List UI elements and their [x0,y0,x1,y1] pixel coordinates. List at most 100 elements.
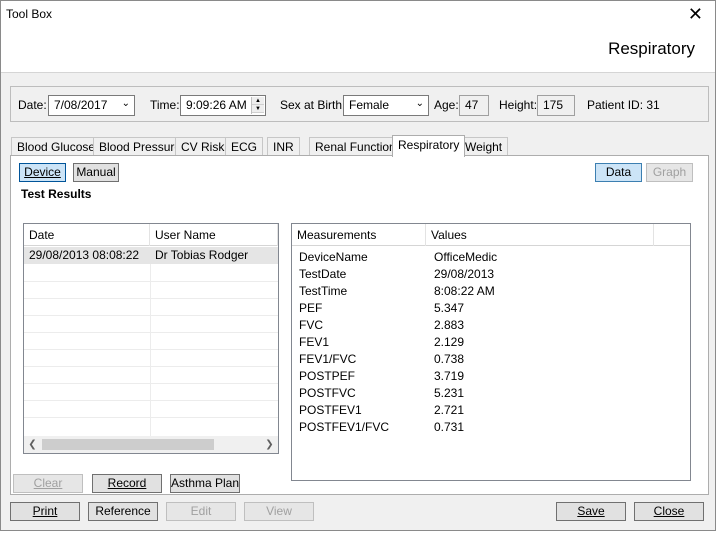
asthma-plan-button[interactable]: Asthma Plan [170,474,240,493]
save-button[interactable]: Save [556,502,626,521]
grid-row-line [24,315,278,316]
test-results-grid[interactable]: Date User Name 29/08/2013 08:08:22 Dr To… [23,223,279,454]
time-value: 9:09:26 AM [186,98,247,112]
scroll-right-icon[interactable]: ❯ [261,436,278,453]
measurement-row[interactable]: DeviceName OfficeMedic [292,249,690,266]
age-label: Age: [434,98,459,112]
col-header-values[interactable]: Values [426,224,654,246]
device-button[interactable]: Device [19,163,66,182]
measurement-name: FVC [299,318,323,332]
measurement-name: TestDate [299,267,347,281]
measurement-row[interactable]: FVC 2.883 [292,317,690,334]
tab-blood-glucose[interactable]: Blood Glucose [11,137,102,156]
edit-button[interactable]: Edit [166,502,236,521]
tool-box-window: Tool Box ✕ Respiratory Date: 7/08/2017 ⌄… [0,0,716,531]
measurement-name: POSTPEF [299,369,356,383]
col-header-date[interactable]: Date [24,224,150,246]
title-bar: Tool Box ✕ [1,1,715,27]
results-horizontal-scrollbar[interactable]: ❮ ❯ [24,436,278,453]
col-header-user-name[interactable]: User Name [150,224,278,246]
manual-button[interactable]: Manual [73,163,119,182]
scrollbar-thumb[interactable] [42,439,214,450]
sex-select[interactable]: Female ⌄ [343,95,429,116]
age-field[interactable]: 47 [459,95,489,116]
results-grid-header: Date User Name [24,224,278,246]
chevron-down-icon: ⌄ [121,98,130,109]
measurement-value: 2.129 [434,335,465,349]
reference-button[interactable]: Reference [88,502,158,521]
data-button[interactable]: Data [595,163,642,182]
measurement-row[interactable]: POSTFEV1/FVC 0.731 [292,419,690,436]
date-value: 7/08/2017 [54,98,108,112]
measurement-row[interactable]: FEV1 2.129 [292,334,690,351]
measurement-row[interactable]: POSTPEF 3.719 [292,368,690,385]
print-button-label: Print [32,504,58,518]
measurement-name: POSTFEV1 [299,403,362,417]
grid-row-line [24,332,278,333]
col-header-measurements[interactable]: Measurements [292,224,426,246]
clear-button[interactable]: Clear [13,474,83,493]
measurement-value: 5.231 [434,386,465,400]
measurement-row[interactable]: TestDate 29/08/2013 [292,266,690,283]
age-value: 47 [465,98,479,112]
measurements-grid-header: Measurements Values [292,224,690,246]
chevron-down-icon: ⌄ [415,98,424,109]
patient-id: Patient ID: 31 [587,98,660,112]
row-user: Dr Tobias Rodger [155,248,249,262]
sex-label: Sex at Birth: [280,98,346,112]
scroll-left-icon[interactable]: ❮ [24,436,41,453]
tab-ecg[interactable]: ECG [225,137,264,156]
tab-weight[interactable]: Weight [459,137,509,156]
measurement-value: 0.738 [434,352,465,366]
height-field[interactable]: 175 [537,95,575,116]
clear-button-label: Clear [33,476,63,490]
table-row[interactable]: 29/08/2013 08:08:22 Dr Tobias Rodger [24,247,278,264]
print-button[interactable]: Print [10,502,80,521]
measurement-row[interactable]: POSTFVC 5.231 [292,385,690,402]
time-spinner[interactable]: ▲ ▼ [251,97,264,114]
measurements-grid[interactable]: Measurements Values DeviceName OfficeMedi… [291,223,691,481]
measurement-row[interactable]: TestTime 8:08:22 AM [292,283,690,300]
grid-row-line [24,417,278,418]
measurement-value: 8:08:22 AM [434,284,495,298]
grid-row-line [24,298,278,299]
measurement-name: FEV1/FVC [299,352,357,366]
patient-filter-bar: Date: 7/08/2017 ⌄ Time: 9:09:26 AM ▲ ▼ S… [10,86,709,122]
measurement-row[interactable]: POSTFEV1 2.721 [292,402,690,419]
measurement-value: OfficeMedic [434,250,498,264]
window-title: Tool Box [6,7,53,21]
date-picker[interactable]: 7/08/2017 ⌄ [48,95,135,116]
test-results-heading: Test Results [21,187,92,201]
tab-renal-function[interactable]: Renal Function [309,137,402,156]
grid-row-line [24,400,278,401]
close-button-label: Close [653,504,685,518]
view-button[interactable]: View [244,502,314,521]
time-label: Time: [150,98,180,112]
tab-cv-risk[interactable]: CV Risk [175,137,231,156]
spin-down-icon[interactable]: ▼ [252,105,264,113]
measurement-name: POSTFVC [299,386,356,400]
close-icon[interactable]: ✕ [688,4,703,25]
grid-column-line [150,264,151,437]
graph-button[interactable]: Graph [646,163,693,182]
tab-blood-pressure[interactable]: Blood Pressure [93,137,188,156]
tab-inr[interactable]: INR [267,137,300,156]
spin-up-icon[interactable]: ▲ [252,97,264,105]
measurement-name: PEF [299,301,323,315]
respiratory-panel: Device Manual Data Graph Test Results Da… [10,155,709,495]
date-label: Date: [18,98,47,112]
row-date: 29/08/2013 08:08:22 [29,248,140,262]
measurement-value: 5.347 [434,301,465,315]
time-input[interactable]: 9:09:26 AM ▲ ▼ [180,95,266,116]
tab-respiratory[interactable]: Respiratory [392,135,466,157]
measurement-row[interactable]: FEV1/FVC 0.738 [292,351,690,368]
measurement-name: TestTime [299,284,348,298]
grid-row-line [24,349,278,350]
measurement-name: FEV1 [299,335,330,349]
measurement-row[interactable]: PEF 5.347 [292,300,690,317]
close-button[interactable]: Close [634,502,704,521]
measurement-value: 29/08/2013 [434,267,495,281]
record-button[interactable]: Record [92,474,162,493]
measurement-value: 2.883 [434,318,465,332]
measurement-name: POSTFEV1/FVC [299,420,390,434]
